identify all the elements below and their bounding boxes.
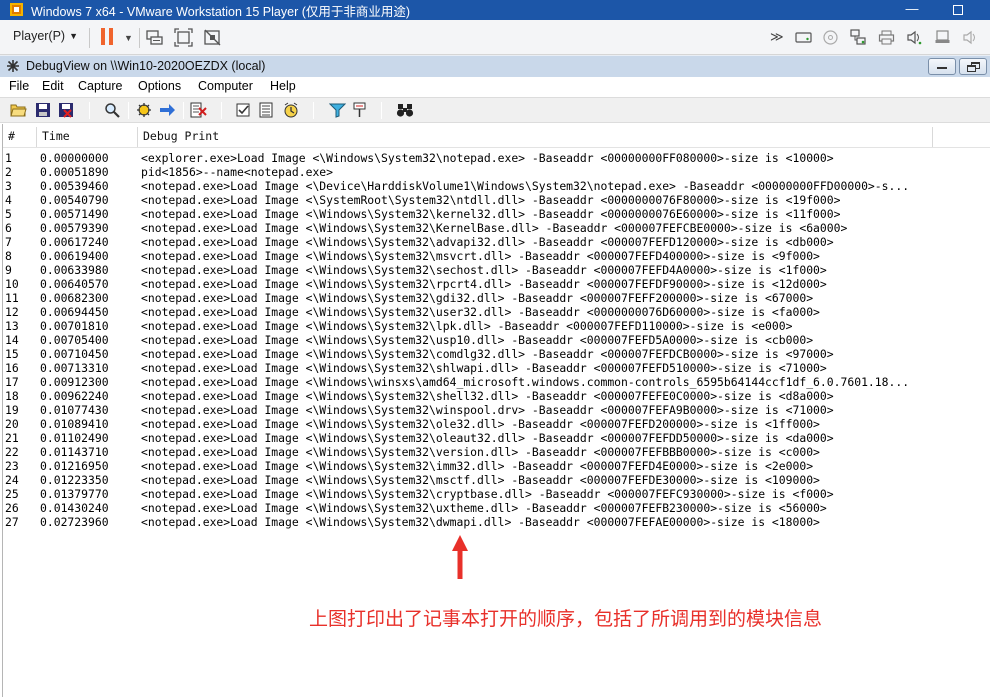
menu-capture[interactable]: Capture <box>78 79 122 93</box>
vmware-title-bar: Windows 7 x64 - VMware Workstation 15 Pl… <box>0 0 990 20</box>
list-row[interactable]: 9 0.00633980 <notepad.exe>Load Image <\Win… <box>0 263 990 277</box>
network-adapter-icon[interactable] <box>850 29 867 46</box>
list-row[interactable]: 10 0.00640570 <notepad.exe>Load Image <\Wi… <box>0 277 990 291</box>
column-header-debug-print[interactable]: Debug Print <box>138 127 933 147</box>
list-row[interactable]: 23 0.01216950 <notepad.exe>Load Image <\Wi… <box>0 459 990 473</box>
binoculars-icon[interactable] <box>396 102 414 118</box>
menu-options[interactable]: Options <box>138 79 181 93</box>
list-row[interactable]: 18 0.00962240 <notepad.exe>Load Image <\Wi… <box>0 389 990 403</box>
list-row[interactable]: 13 0.00701810 <notepad.exe>Load Image <\Wi… <box>0 319 990 333</box>
list-row[interactable]: 14 0.00705400 <notepad.exe>Load Image <\Wi… <box>0 333 990 347</box>
restore-button[interactable] <box>959 58 987 75</box>
debugview-title: DebugView on \\Win10-2020OEZDX (local) <box>26 59 266 73</box>
list-row[interactable]: 11 0.00682300 <notepad.exe>Load Image <\Wi… <box>0 291 990 305</box>
menu-help[interactable]: Help <box>270 79 296 93</box>
list-row[interactable]: 24 0.01223350 <notepad.exe>Load Image <\Wi… <box>0 473 990 487</box>
vmware-app-icon <box>10 3 23 16</box>
save-icon[interactable] <box>35 102 51 118</box>
maximize-icon <box>953 5 963 15</box>
debugview-menu-bar: File Edit Capture Options Computer Help <box>0 77 990 96</box>
debugview-toolbar <box>0 97 990 123</box>
history-icon[interactable] <box>259 102 275 118</box>
list-row[interactable]: 21 0.01102490 <notepad.exe>Load Image <\Wi… <box>0 431 990 445</box>
toolbar-separator <box>139 28 140 48</box>
list-row[interactable]: 20 0.01089410 <notepad.exe>Load Image <\Wi… <box>0 417 990 431</box>
debugview-app-icon <box>7 60 19 72</box>
usb-icon[interactable] <box>934 29 951 46</box>
bookmark-icon[interactable] <box>352 102 367 118</box>
more-icon[interactable]: ≫ <box>770 29 784 45</box>
list-header: # Time Debug Print <box>3 127 990 147</box>
list-row[interactable]: 15 0.00710450 <notepad.exe>Load Image <\Wi… <box>0 347 990 361</box>
list-row[interactable]: 6 0.00579390 <notepad.exe>Load Image <\Win… <box>0 221 990 235</box>
list-row[interactable]: 5 0.00571490 <notepad.exe>Load Image <\Win… <box>0 207 990 221</box>
hard-disk-icon[interactable] <box>795 30 812 45</box>
list-row[interactable]: 26 0.01430240 <notepad.exe>Load Image <\Wi… <box>0 501 990 515</box>
player-menu[interactable]: Player(P) ▼ <box>13 29 78 43</box>
minimize-button[interactable]: — <box>889 0 935 20</box>
list-row[interactable]: 1 0.00000000 <explorer.exe>Load Image <\Wi… <box>0 151 990 165</box>
chevron-down-icon: ▼ <box>69 31 79 41</box>
chevron-down-icon[interactable]: ▼ <box>124 33 133 43</box>
exit-icon[interactable] <box>58 102 74 118</box>
capture-icon[interactable] <box>136 102 152 118</box>
speaker-icon[interactable] <box>962 29 979 46</box>
minimize-icon <box>937 67 947 69</box>
menu-file[interactable]: File <box>9 79 29 93</box>
list-row[interactable]: 4 0.00540790 <notepad.exe>Load Image <\Sys… <box>0 193 990 207</box>
send-ctrl-alt-del-icon[interactable] <box>145 28 164 47</box>
list-row[interactable]: 3 0.00539460 <notepad.exe>Load Image <\Dev… <box>0 179 990 193</box>
filter-icon[interactable] <box>236 102 252 118</box>
list-row[interactable]: 7 0.00617240 <notepad.exe>Load Image <\Win… <box>0 235 990 249</box>
clear-icon[interactable] <box>190 102 207 118</box>
highlight-icon[interactable] <box>329 102 346 118</box>
open-icon[interactable] <box>10 102 27 118</box>
list-row[interactable]: 25 0.01379770 <notepad.exe>Load Image <\Wi… <box>0 487 990 501</box>
unity-icon[interactable] <box>203 28 222 47</box>
menu-computer[interactable]: Computer <box>198 79 253 93</box>
annotation-arrow-icon <box>452 535 468 579</box>
annotation-text: 上图打印出了记事本打开的顺序，包括了所调用到的模块信息 <box>309 608 823 630</box>
debugview-title-bar: DebugView on \\Win10-2020OEZDX (local) <box>0 55 990 77</box>
find-icon[interactable] <box>104 102 120 118</box>
vmware-toolbar: Player(P) ▼ ▼ ≫ <box>0 20 990 55</box>
toolbar-separator <box>89 28 90 48</box>
list-row[interactable]: 27 0.02723960 <notepad.exe>Load Image <\Wi… <box>0 515 990 529</box>
menu-edit[interactable]: Edit <box>42 79 64 93</box>
maximize-button[interactable] <box>935 0 981 20</box>
autoscroll-icon[interactable] <box>159 103 176 117</box>
list-row[interactable]: 2 0.00051890 pid<1856>--name<notepad.exe> <box>0 165 990 179</box>
player-menu-label: Player(P) <box>13 29 66 43</box>
list-row[interactable]: 22 0.01143710 <notepad.exe>Load Image <\Wi… <box>0 445 990 459</box>
printer-icon[interactable] <box>878 29 895 46</box>
cd-dvd-icon[interactable] <box>823 30 838 45</box>
list-row[interactable]: 12 0.00694450 <notepad.exe>Load Image <\Wi… <box>0 305 990 319</box>
minimize-button[interactable] <box>928 58 956 75</box>
list-row[interactable]: 17 0.00912300 <notepad.exe>Load Image <\Wi… <box>0 375 990 389</box>
window-title: Windows 7 x64 - VMware Workstation 15 Pl… <box>31 5 411 19</box>
column-header-number[interactable]: # <box>3 127 37 147</box>
list-row[interactable]: 8 0.00619400 <notepad.exe>Load Image <\Win… <box>0 249 990 263</box>
list-row[interactable]: 19 0.01077430 <notepad.exe>Load Image <\Wi… <box>0 403 990 417</box>
sound-card-icon[interactable] <box>906 29 923 46</box>
time-icon[interactable] <box>283 102 299 118</box>
full-screen-icon[interactable] <box>174 28 193 47</box>
pause-icon[interactable] <box>101 28 114 45</box>
list-row[interactable]: 16 0.00713310 <notepad.exe>Load Image <\Wi… <box>0 361 990 375</box>
column-header-time[interactable]: Time <box>37 127 138 147</box>
